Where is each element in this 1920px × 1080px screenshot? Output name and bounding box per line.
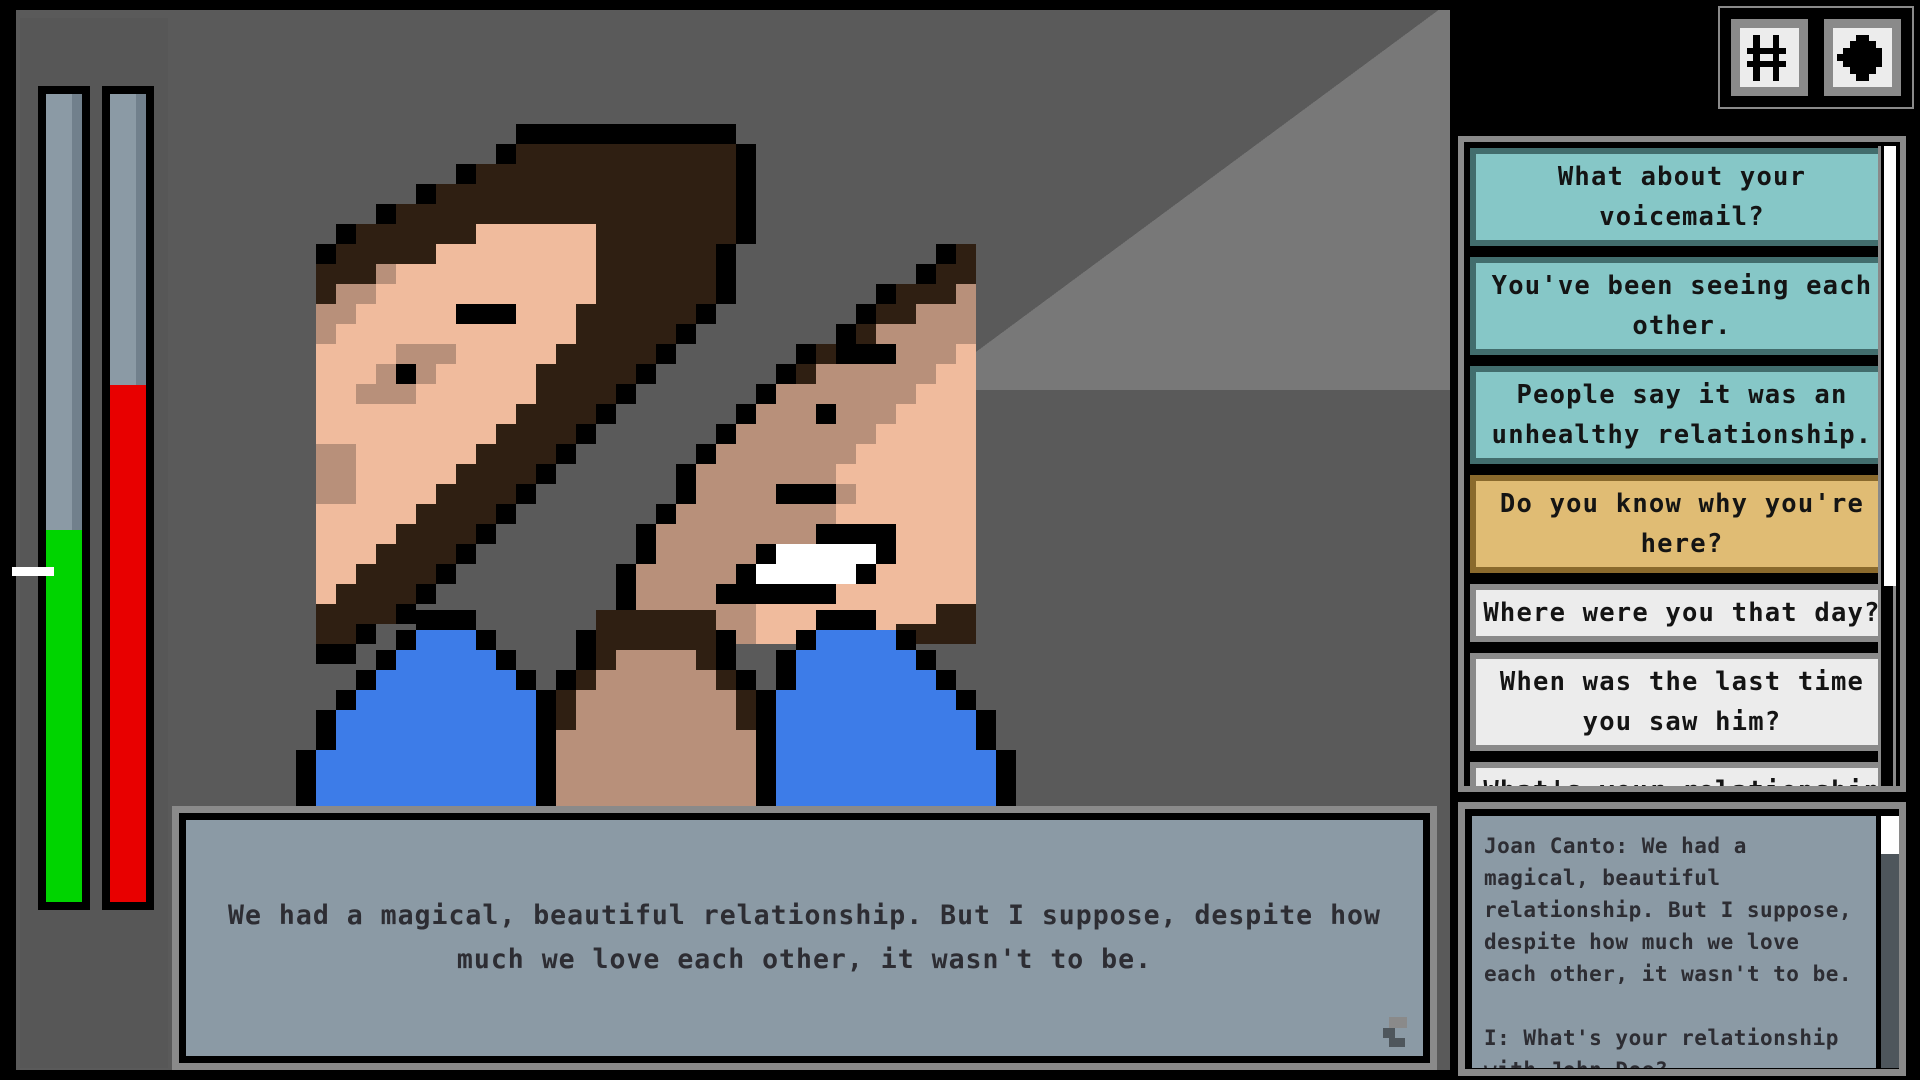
dialogue-option-6[interactable]: What's your relationship with John Doe?: [1470, 762, 1894, 786]
composure-meter-track: [46, 94, 82, 902]
stress-meter[interactable]: [102, 86, 154, 910]
dialogue-option-2[interactable]: People say it was an unhealthy relations…: [1470, 366, 1894, 464]
dialogue-option-5[interactable]: When was the last time you saw him?: [1470, 653, 1894, 751]
dialogue-options-list: What about your voicemail? You've been se…: [1470, 142, 1894, 786]
transcript-log-panel: Joan Canto: We had a magical, beautiful …: [1458, 802, 1906, 1076]
dialogue-option-1[interactable]: You've been seeing each other.: [1470, 257, 1894, 355]
dialogue-box[interactable]: We had a magical, beautiful relationship…: [172, 806, 1437, 1070]
composure-meter-fill: [46, 530, 82, 902]
puzzle-button-bezel: [1824, 19, 1901, 96]
dialogue-option-label: What's your relationship with John Doe?: [1476, 768, 1888, 786]
transcript-log-text: Joan Canto: We had a magical, beautiful …: [1484, 834, 1853, 1068]
dialogue-box-body: We had a magical, beautiful relationship…: [186, 820, 1423, 1056]
stress-meter-fill: [110, 384, 146, 902]
puzzle-button[interactable]: [1816, 11, 1909, 104]
puzzle-piece-icon: [1833, 28, 1892, 87]
log-scrollbar-thumb[interactable]: [1881, 816, 1899, 854]
meters-panel: [12, 18, 168, 1068]
grid-button[interactable]: [1723, 11, 1816, 104]
dialogue-text: We had a magical, beautiful relationship…: [228, 900, 1381, 975]
dialogue-options-panel: What about your voicemail? You've been se…: [1458, 136, 1906, 792]
dialogue-option-0[interactable]: What about your voicemail?: [1470, 148, 1894, 246]
dialogue-option-label: Where were you that day?: [1476, 590, 1888, 636]
composure-meter[interactable]: [38, 86, 90, 910]
options-scrollbar[interactable]: [1878, 146, 1896, 786]
transcript-log-body: Joan Canto: We had a magical, beautiful …: [1472, 816, 1876, 1068]
dialogue-option-label: Do you know why you're here?: [1476, 481, 1888, 567]
game-screen: What about your voicemail? You've been se…: [0, 0, 1920, 1080]
dialogue-option-label: What about your voicemail?: [1476, 154, 1888, 240]
dialogue-option-4[interactable]: Where were you that day?: [1470, 584, 1894, 642]
grid-icon: [1740, 28, 1799, 87]
character-portrait: [316, 124, 976, 670]
dialogue-option-label: People say it was an unhealthy relations…: [1476, 372, 1888, 458]
dialogue-option-label: When was the last time you saw him?: [1476, 659, 1888, 745]
dialogue-option-label: You've been seeing each other.: [1476, 263, 1888, 349]
options-scrollbar-thumb[interactable]: [1884, 146, 1896, 586]
continue-indicator[interactable]: [1381, 1017, 1415, 1047]
toolbar: [1718, 6, 1914, 109]
log-scrollbar[interactable]: [1881, 816, 1899, 1068]
dialogue-option-3[interactable]: Do you know why you're here?: [1470, 475, 1894, 573]
meter-threshold-tick: [12, 567, 54, 576]
grid-button-bezel: [1731, 19, 1808, 96]
stress-meter-track: [110, 94, 146, 902]
